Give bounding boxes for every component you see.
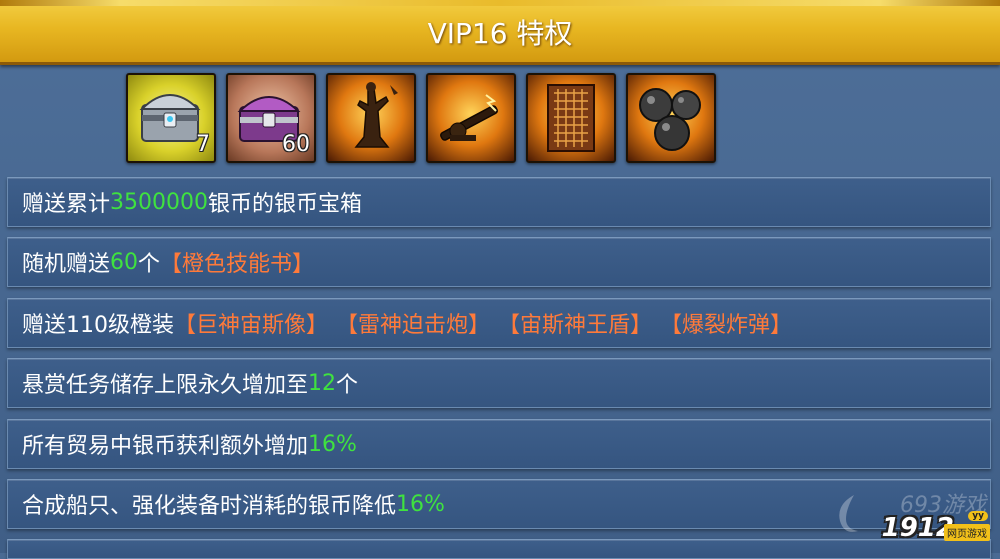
privilege-item: 【雷神迫击炮】 — [336, 313, 491, 338]
privilege-value: 3500000 — [110, 189, 208, 215]
privilege-row-silver-chest: 赠送累计 3500000 银币的银币宝箱 — [7, 177, 991, 227]
privilege-item: 【宙斯神王盾】 — [498, 313, 653, 338]
page-title: VIP16 特权 — [427, 17, 573, 50]
site-logo-badge: 网页游戏 — [944, 524, 990, 541]
swirl-logo-icon — [839, 495, 858, 532]
privilege-text: 银币的银币宝箱 — [208, 192, 363, 217]
reward-slot-2[interactable]: 60 — [226, 73, 316, 163]
site-logo-top-badge: yy — [968, 511, 988, 521]
privilege-value: 60 — [110, 249, 139, 275]
privilege-row-trade-profit: 所有贸易中银币获利额外增加 16% — [7, 419, 991, 469]
privilege-item: 【巨神宙斯像】 — [174, 313, 329, 338]
zeus-shield-icon — [547, 84, 595, 152]
explosive-bomb-icon — [639, 88, 701, 151]
reward-slot-3[interactable] — [326, 73, 416, 163]
privilege-text: 所有贸易中银币获利额外增加 — [22, 434, 309, 459]
privilege-text: 赠送110级橙装 — [22, 313, 174, 338]
privilege-item: 【爆裂炸弹】 — [660, 313, 793, 338]
privilege-row-skill-book: 随机赠送 60 个【橙色技能书】 — [7, 237, 991, 287]
privilege-row-bounty-storage: 悬赏任务储存上限永久增加至 12 个 — [7, 358, 991, 408]
zeus-statue-icon — [354, 82, 398, 148]
privilege-text: 随机赠送 — [22, 252, 111, 277]
privilege-text: 个 — [138, 252, 161, 277]
privilege-text: 个 — [336, 373, 359, 398]
privilege-item: 【橙色技能书】 — [160, 252, 315, 277]
reward-quantity: 7 — [196, 132, 210, 157]
reward-slot-1[interactable]: 7 — [126, 73, 216, 163]
title-banner: VIP16 特权 — [0, 0, 1000, 65]
privilege-value: 16% — [396, 491, 445, 517]
privilege-text: 赠送累计 — [22, 192, 111, 217]
reward-slot-6[interactable] — [626, 73, 716, 163]
privilege-value: 12 — [308, 370, 337, 396]
watermark: 693游戏 1912 yy 网页游戏 — [829, 489, 994, 549]
privilege-row-orange-equipment: 赠送110级橙装 【巨神宙斯像】 【雷神迫击炮】 【宙斯神王盾】 【爆裂炸弹】 — [7, 298, 991, 348]
thunder-cannon-icon — [440, 94, 498, 141]
reward-quantity: 60 — [282, 132, 310, 157]
reward-slot-5[interactable] — [526, 73, 616, 163]
privilege-text: 合成船只、强化装备时消耗的银币降低 — [22, 494, 397, 519]
privilege-value: 16% — [308, 431, 357, 457]
reward-slot-4[interactable] — [426, 73, 516, 163]
privilege-text: 悬赏任务储存上限永久增加至 — [22, 373, 309, 398]
